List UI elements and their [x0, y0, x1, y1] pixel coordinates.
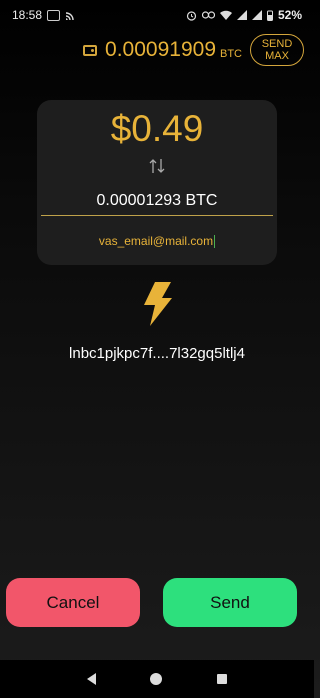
amount-divider — [41, 215, 273, 216]
btc-amount[interactable]: 0.00001293 BTC — [37, 192, 277, 210]
status-bar: 18:58 52% — [0, 0, 314, 30]
cast-icon — [65, 10, 76, 21]
status-left: 18:58 — [12, 8, 76, 22]
sd-card-icon — [47, 9, 61, 21]
send-button[interactable]: Send — [163, 578, 297, 627]
wifi-icon — [219, 10, 232, 20]
send-max-button[interactable]: SEND MAX — [250, 34, 304, 66]
lightning-bolt-icon — [143, 282, 173, 331]
email-value: vas_email@mail.com — [98, 234, 214, 248]
email-input[interactable]: vas_email@mail.com — [37, 234, 277, 249]
back-icon[interactable] — [87, 673, 97, 685]
fiat-amount[interactable]: $0.49 — [37, 108, 277, 150]
wallet-icon — [83, 44, 98, 56]
balance-unit: BTC — [220, 48, 242, 60]
swap-vertical-icon[interactable] — [148, 158, 166, 179]
recent-apps-icon[interactable] — [216, 674, 227, 684]
signal-icon — [236, 10, 247, 20]
invoice-text: lnbc1pjkpc7f....7l32gq5ltlj4 — [69, 345, 245, 362]
signal-icon-2 — [251, 10, 262, 20]
link-icon — [201, 11, 215, 19]
balance-amount: 0.00091909 — [105, 38, 216, 61]
balance-row: 0.00091909 BTC SEND MAX — [83, 34, 304, 66]
cancel-button[interactable]: Cancel — [6, 578, 140, 627]
battery-level: 52% — [277, 8, 302, 22]
navigation-bar — [0, 660, 314, 698]
status-right: 52% — [186, 8, 302, 22]
text-caret — [214, 235, 216, 249]
amount-card: $0.49 0.00001293 BTC vas_email@mail.com — [37, 100, 277, 265]
status-time: 18:58 — [12, 8, 43, 22]
home-icon[interactable] — [150, 673, 163, 685]
battery-icon — [266, 10, 273, 21]
alarm-icon — [186, 10, 197, 21]
